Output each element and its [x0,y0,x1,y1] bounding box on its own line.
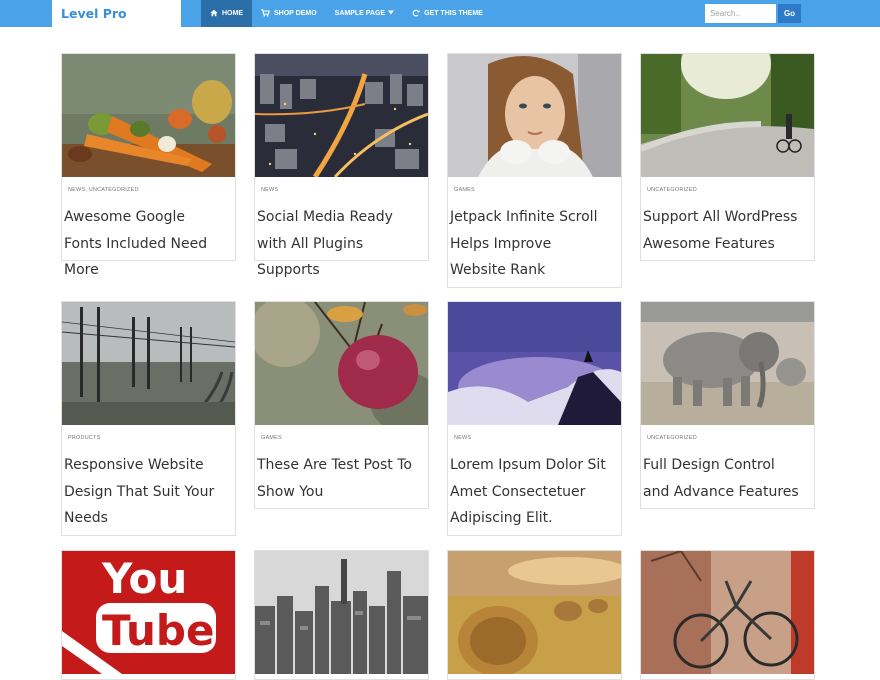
post-thumbnail[interactable] [62,302,235,425]
post-title[interactable]: Jetpack Infinite Scroll Helps Improve We… [450,204,610,284]
post-thumbnail[interactable] [255,551,428,674]
post-card[interactable] [254,550,429,680]
youtube-logo-tube: Tube [102,606,215,655]
post-thumbnail[interactable] [448,551,621,674]
post-thumbnail[interactable] [62,54,235,177]
site-title[interactable]: Level Pro [61,6,127,21]
post-thumbnail[interactable] [255,302,428,425]
post-thumbnail[interactable] [255,54,428,177]
post-thumbnail[interactable] [448,302,621,425]
post-title[interactable]: Lorem Ipsum Dolor Sit Amet Consectetuer … [450,452,610,532]
nav-home[interactable]: HOME [201,0,252,27]
nav-shop-demo[interactable]: SHOP DEMO [252,0,326,27]
chevron-down-icon [388,10,395,17]
post-category[interactable]: UNCATEGORIZED [647,435,697,441]
post-category[interactable]: GAMES [454,187,475,193]
nav-get-theme[interactable]: GET THIS THEME [403,0,492,27]
post-title[interactable]: Full Design Control and Advance Features [643,452,803,505]
post-title[interactable]: Social Media Ready with All Plugins Supp… [257,204,417,284]
search-go-button[interactable]: Go [778,4,801,23]
post-card[interactable] [447,550,622,680]
post-title[interactable]: These Are Test Post To Show You [257,452,417,505]
nav-sample-page[interactable]: SAMPLE PAGE [326,0,403,27]
nav-home-label: HOME [222,10,243,17]
nav-sample-label: SAMPLE PAGE [334,10,386,17]
post-card[interactable]: NEWS Social Media Ready with All Plugins… [254,53,429,278]
nav-get-theme-label: GET THIS THEME [424,10,483,17]
post-category[interactable]: GAMES [261,435,282,441]
post-category[interactable]: NEWS [261,187,278,193]
post-title[interactable]: Support All WordPress Awesome Features [643,204,803,257]
refresh-icon [412,9,420,19]
post-thumbnail[interactable] [641,551,814,674]
post-category[interactable]: NEWS [454,435,471,441]
post-card[interactable]: GAMES These Are Test Post To Show You [254,301,429,509]
post-title[interactable]: Responsive Website Design That Suit Your… [64,452,224,532]
post-category[interactable]: PRODUCTS [68,435,100,441]
youtube-logo-you: You [101,554,187,603]
post-card[interactable]: NEWS Lorem Ipsum Dolor Sit Amet Consecte… [447,301,622,536]
post-card[interactable]: PRODUCTS Responsive Website Design That … [61,301,236,536]
main-menu: HOME SHOP DEMO SAMPLE PAGE GET THIS THEM… [201,0,492,27]
post-card[interactable]: UNCATEGORIZED Support All WordPress Awes… [640,53,815,261]
post-category[interactable]: NEWS, UNCATEGORIZED [68,187,139,193]
post-card[interactable]: UNCATEGORIZED Full Design Control and Ad… [640,301,815,509]
site-logo[interactable]: Level Pro [52,0,181,27]
home-icon [210,9,218,19]
top-navigation-bar: Level Pro HOME SHOP DEMO SAMPLE PAGE GET… [0,0,880,27]
post-thumbnail[interactable] [641,54,814,177]
post-card[interactable]: NEWS, UNCATEGORIZED Awesome Google Fonts… [61,53,236,278]
cart-icon [261,8,270,19]
post-thumbnail[interactable] [641,302,814,425]
post-title[interactable]: Awesome Google Fonts Included Need More [64,204,224,284]
post-card[interactable] [640,550,815,680]
post-card[interactable]: GAMES Jetpack Infinite Scroll Helps Impr… [447,53,622,288]
post-card[interactable]: You Tube [61,550,236,680]
post-category[interactable]: UNCATEGORIZED [647,187,697,193]
nav-shop-label: SHOP DEMO [274,10,317,17]
post-thumbnail[interactable]: You Tube [62,551,235,674]
search-input[interactable] [705,4,776,23]
post-thumbnail[interactable] [448,54,621,177]
